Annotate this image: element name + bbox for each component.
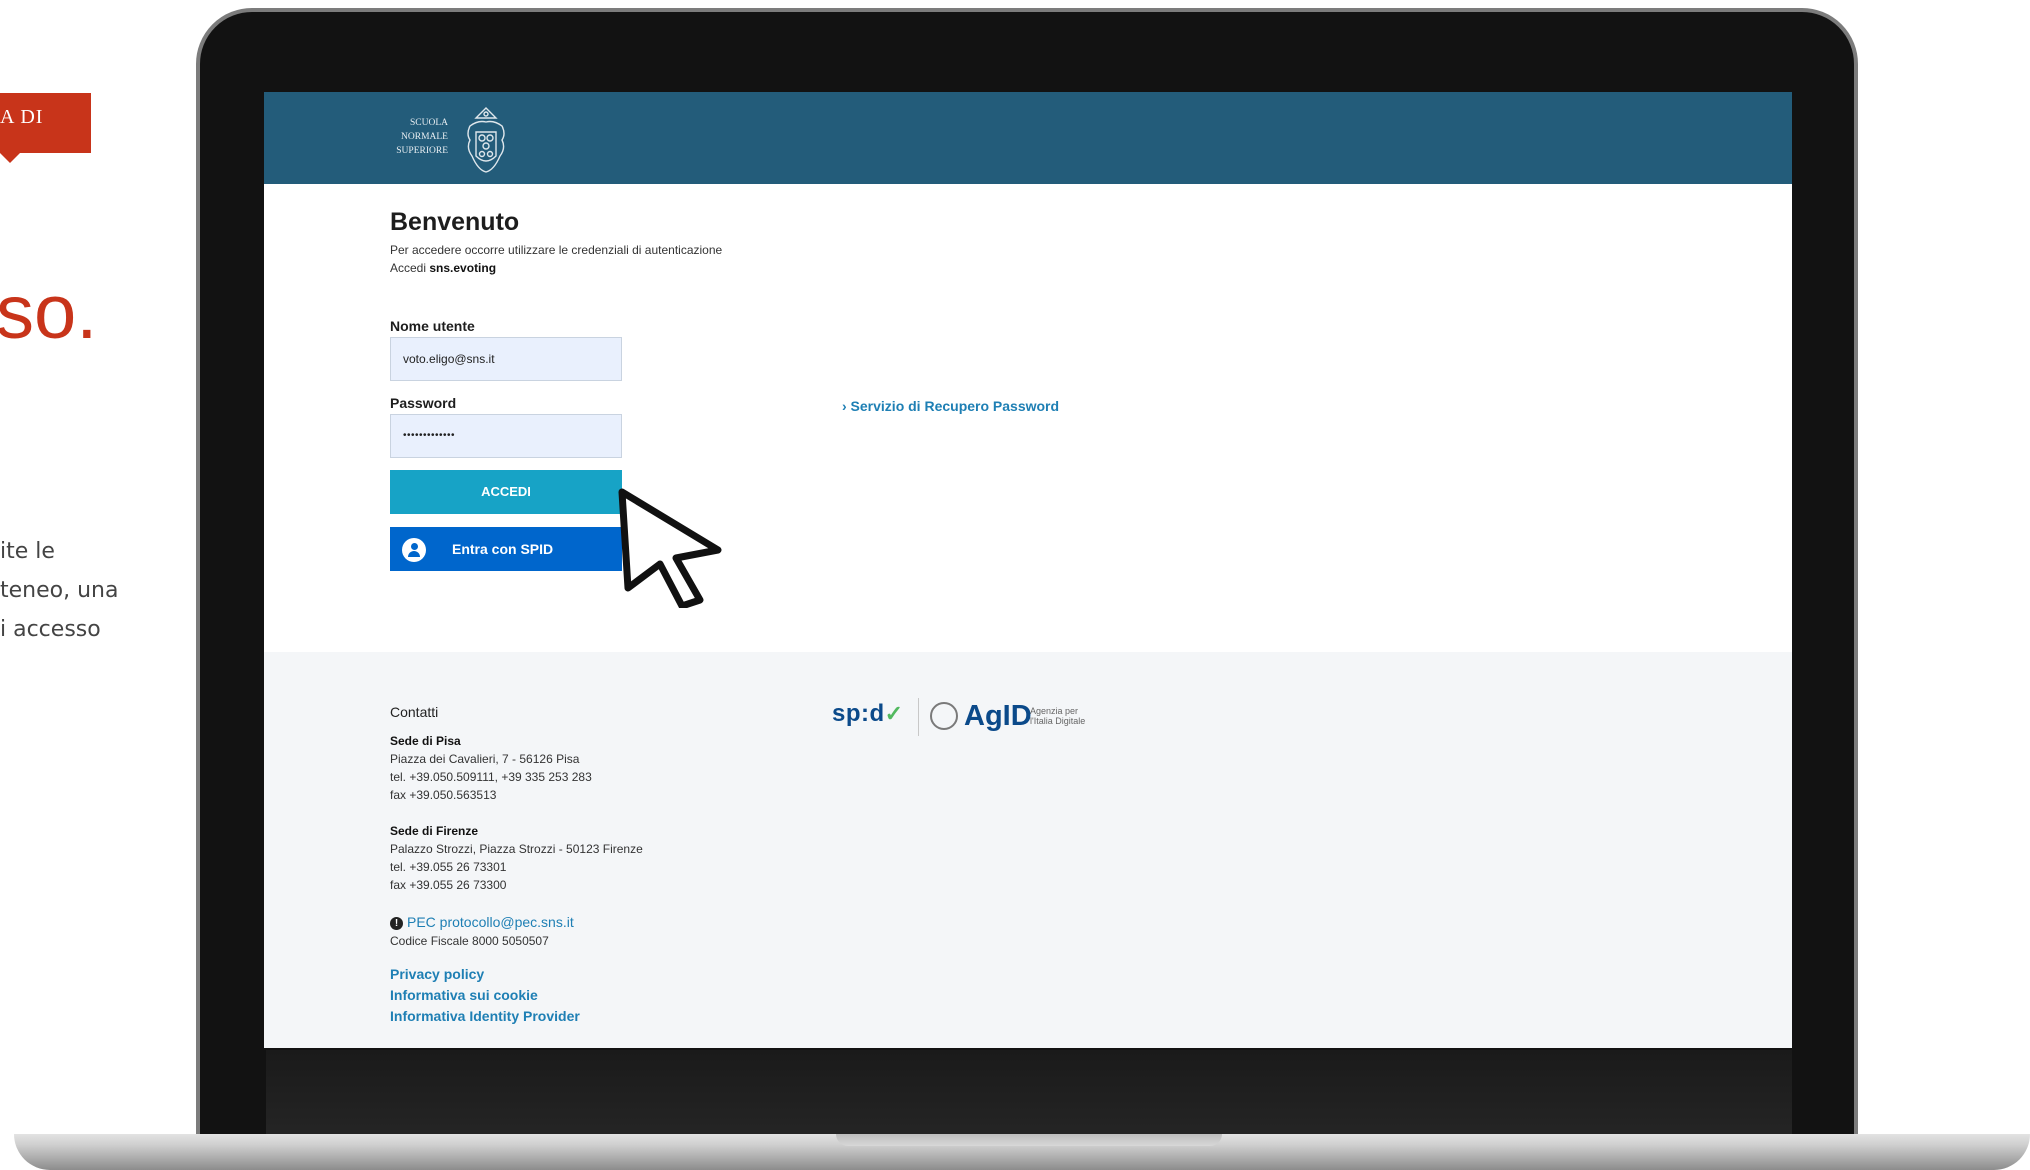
accedi-button[interactable]: ACCEDI	[390, 470, 622, 514]
slide-description: ite le teneo, una i accesso	[0, 532, 118, 649]
agid-logo: AgID	[964, 700, 1032, 732]
password-field[interactable]: •••••••••••••	[390, 414, 622, 458]
password-label: Password	[390, 395, 457, 411]
password-recovery-link[interactable]: › Servizio di Recupero Password	[842, 398, 1059, 414]
pec-link[interactable]: PEC protocollo@pec.sns.it	[407, 914, 574, 930]
slide-tag: A DI	[0, 93, 91, 153]
site-footer: Contatti Sede di Pisa Piazza dei Cavalie…	[264, 652, 1792, 1048]
contact-pisa: Sede di Pisa Piazza dei Cavalieri, 7 - 5…	[390, 732, 592, 804]
agid-subtitle: Agenzia per l'Italia Digitale	[1030, 706, 1085, 726]
spid-check-icon: ✓	[884, 701, 904, 726]
crest-logo-icon	[467, 107, 505, 173]
slide-tag-tail	[0, 153, 20, 163]
logo-line: SUPERIORE	[396, 146, 448, 156]
service-name: sns.evoting	[429, 261, 497, 275]
slide-description-line: i accesso	[0, 617, 101, 642]
privacy-policy-link[interactable]: Privacy policy	[390, 964, 580, 985]
mouse-pointer-icon	[618, 488, 722, 608]
contact-tel: tel. +39.050.509111, +39 335 253 283	[390, 770, 592, 784]
contact-address: Piazza dei Cavalieri, 7 - 56126 Pisa	[390, 752, 580, 766]
agid-emblem-icon	[930, 702, 958, 730]
agid-subtitle-line: l'Italia Digitale	[1030, 716, 1086, 726]
spid-logo: sp:d✓	[832, 700, 904, 728]
spid-logo-text: sp:d	[832, 700, 885, 727]
spid-login-button[interactable]: Entra con SPID	[390, 527, 622, 571]
logo-line: NORMALE	[401, 132, 448, 142]
contact-fax: fax +39.055 26 73300	[390, 878, 507, 892]
username-field[interactable]: voto.eligo@sns.it	[390, 337, 622, 381]
identity-provider-link[interactable]: Informativa Identity Provider	[390, 1006, 580, 1027]
logo-divider	[918, 698, 919, 736]
slide-description-line: ite le	[0, 539, 55, 564]
login-subtitle: Per accedere occorre utilizzare le crede…	[390, 243, 723, 257]
contact-fax: fax +39.050.563513	[390, 788, 497, 802]
cookie-policy-link[interactable]: Informativa sui cookie	[390, 985, 580, 1006]
codice-fiscale: Codice Fiscale 8000 5050507	[390, 934, 549, 948]
pec-line: ! PEC protocollo@pec.sns.it	[390, 914, 574, 930]
contact-title: Sede di Firenze	[390, 824, 479, 838]
contacts-heading: Contatti	[390, 704, 439, 720]
username-label: Nome utente	[390, 318, 475, 334]
laptop-notch	[836, 1134, 1222, 1146]
contact-tel: tel. +39.055 26 73301	[390, 860, 507, 874]
logo-text: SCUOLA NORMALE SUPERIORE	[388, 116, 448, 158]
slide-title: so.	[0, 270, 98, 355]
logo-line: SCUOLA	[409, 118, 448, 128]
laptop-bezel-bottom	[266, 1050, 1792, 1138]
agid-subtitle-line: Agenzia per	[1030, 706, 1079, 716]
laptop-screen: SCUOLA NORMALE SUPERIORE Benvenuto Per a…	[264, 92, 1792, 1048]
access-prefix: Accedi	[390, 261, 427, 275]
spid-button-label: Entra con SPID	[452, 541, 554, 557]
contact-address: Palazzo Strozzi, Piazza Strozzi - 50123 …	[390, 842, 643, 856]
slide-tag-text: A DI	[0, 106, 44, 128]
slide-description-line: teneo, una	[0, 578, 119, 603]
spid-user-icon	[402, 538, 426, 562]
contact-title: Sede di Pisa	[390, 734, 461, 748]
pec-info-icon: !	[390, 917, 403, 930]
service-line: Accedi sns.evoting	[390, 261, 496, 275]
contact-firenze: Sede di Firenze Palazzo Strozzi, Piazza …	[390, 822, 643, 894]
page-title: Benvenuto	[390, 208, 520, 236]
footer-links: Privacy policy Informativa sui cookie In…	[390, 964, 580, 1027]
site-header: SCUOLA NORMALE SUPERIORE	[264, 92, 1792, 184]
